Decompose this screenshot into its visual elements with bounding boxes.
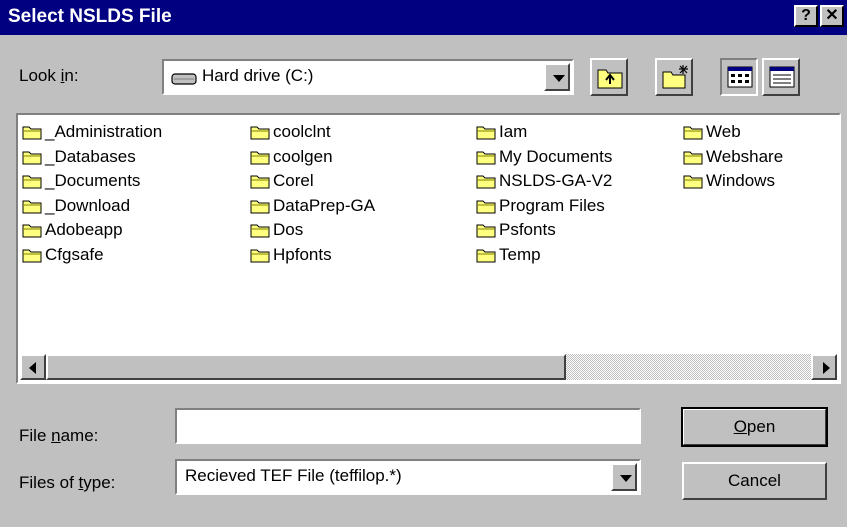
file-list-item-label: Corel bbox=[273, 171, 314, 190]
file-list-item-label: Temp bbox=[499, 244, 541, 264]
cancel-button[interactable]: Cancel bbox=[682, 462, 827, 500]
folder-icon bbox=[22, 200, 42, 213]
file-list-item-label: Iam bbox=[499, 122, 528, 141]
folder-icon bbox=[22, 175, 42, 189]
file-list-item-label: Web bbox=[706, 122, 741, 141]
file-list-item-label: coolclnt bbox=[273, 122, 331, 141]
file-name-label: File name: bbox=[19, 426, 99, 445]
title-bar[interactable]: Select NSLDS File ? ✕ bbox=[0, 0, 847, 35]
folder-icon bbox=[250, 175, 270, 189]
file-list-item-label: Webshare bbox=[706, 146, 784, 166]
select-file-dialog: Select NSLDS File ? ✕ Look in: Hard driv… bbox=[0, 0, 847, 527]
folder-icon bbox=[22, 249, 42, 262]
open-button[interactable]: Open bbox=[681, 407, 828, 447]
file-list-item-label: My Documents bbox=[499, 146, 613, 166]
up-one-level-button[interactable] bbox=[590, 58, 628, 96]
files-of-type-combobox[interactable]: Recieved TEF File (teffilop.*) bbox=[175, 459, 641, 495]
file-list-item-label: _Download bbox=[45, 195, 131, 215]
file-list-item-label: _Databases bbox=[45, 146, 136, 166]
folder-icon bbox=[250, 249, 270, 262]
file-list-item-label: Dos bbox=[273, 220, 304, 239]
file-list-item-label: Psfonts bbox=[499, 220, 556, 239]
folder-icon bbox=[22, 151, 42, 164]
file-list-item-label: Hpfonts bbox=[273, 244, 332, 264]
look-in-label: Look in: bbox=[19, 66, 79, 85]
help-button[interactable]: ? bbox=[794, 5, 818, 27]
list-view-button[interactable] bbox=[720, 58, 758, 96]
file-list-item-label: Cfgsafe bbox=[45, 244, 104, 264]
window-title: Select NSLDS File bbox=[8, 6, 172, 27]
horizontal-scrollbar[interactable] bbox=[20, 354, 837, 380]
folder-icon bbox=[250, 200, 270, 213]
folder-icon bbox=[683, 151, 703, 164]
scrollbar-thumb[interactable] bbox=[46, 354, 566, 380]
file-list-item-label: _Administration bbox=[45, 122, 163, 141]
look-in-value: Hard drive (C:) bbox=[202, 66, 314, 85]
up-one-level-icon bbox=[597, 69, 623, 89]
look-in-dropdown-arrow[interactable] bbox=[544, 63, 570, 91]
hard-drive-icon bbox=[171, 73, 197, 85]
folder-icon bbox=[22, 224, 42, 238]
list-view-icon bbox=[727, 66, 753, 88]
file-list-item-label: coolgen bbox=[273, 146, 333, 166]
folder-icon bbox=[22, 126, 42, 140]
folder-icon bbox=[476, 249, 496, 262]
file-list-item-label: DataPrep-GA bbox=[273, 195, 376, 215]
folder-icon bbox=[250, 126, 270, 140]
folder-icon bbox=[683, 175, 703, 189]
look-in-combobox[interactable]: Hard drive (C:) bbox=[162, 59, 574, 95]
file-list[interactable]: _Administration _Databases _Documents _Down… bbox=[16, 113, 841, 384]
scroll-left-button[interactable] bbox=[20, 354, 46, 380]
details-view-button[interactable] bbox=[762, 58, 800, 96]
details-view-icon bbox=[769, 66, 795, 88]
files-of-type-label: Files of type: bbox=[19, 473, 116, 492]
create-new-folder-icon bbox=[662, 65, 688, 89]
create-new-folder-button[interactable] bbox=[655, 58, 693, 96]
files-of-type-value: Recieved TEF File (teffilop.*) bbox=[185, 466, 402, 485]
folder-icon bbox=[250, 224, 270, 238]
file-name-input[interactable] bbox=[175, 408, 641, 444]
close-button[interactable]: ✕ bbox=[820, 5, 844, 27]
folder-icon bbox=[476, 175, 496, 189]
folder-icon bbox=[476, 200, 496, 213]
files-of-type-dropdown-arrow[interactable] bbox=[611, 463, 637, 491]
file-list-item-label: _Documents bbox=[45, 171, 141, 190]
file-list-item-label: Adobeapp bbox=[45, 220, 123, 239]
folder-icon bbox=[476, 126, 496, 140]
folder-icon bbox=[476, 224, 496, 238]
folder-icon bbox=[476, 151, 496, 164]
scroll-right-button[interactable] bbox=[811, 354, 837, 380]
folder-icon bbox=[250, 151, 270, 164]
folder-icon bbox=[683, 126, 703, 140]
file-list-item-label: NSLDS-GA-V2 bbox=[499, 171, 613, 190]
file-list-item-label: Program Files bbox=[499, 195, 605, 215]
file-list-item-label: Windows bbox=[706, 171, 775, 190]
